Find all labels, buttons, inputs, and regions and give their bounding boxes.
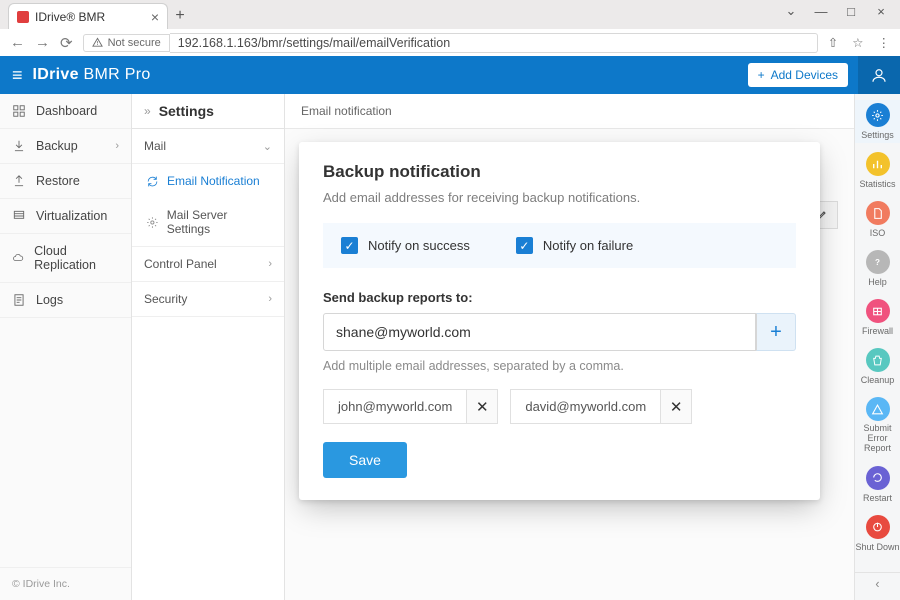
send-to-label: Send backup reports to:	[323, 290, 796, 305]
app-header: ≡ IDrive BMR Pro + Add Devices	[0, 56, 900, 94]
chevron-right-icon: ›	[268, 258, 272, 270]
notify-success-checkbox[interactable]: ✓ Notify on success	[341, 237, 470, 254]
collapse-icon[interactable]: »	[144, 104, 151, 118]
rail-item-submit-error[interactable]: Submit Error Report	[855, 394, 900, 457]
notify-failure-checkbox[interactable]: ✓ Notify on failure	[516, 237, 633, 254]
forward-icon[interactable]: →	[35, 34, 50, 51]
virtualization-icon	[12, 209, 26, 223]
settings-sidebar: » Settings Mail ⌄ Email Notification Mai…	[132, 94, 285, 600]
add-devices-button[interactable]: + Add Devices	[748, 63, 848, 87]
refresh-icon	[146, 175, 159, 188]
checkbox-checked-icon: ✓	[516, 237, 533, 254]
remove-chip-button[interactable]: ✕	[466, 389, 498, 424]
sidebar-item-restore[interactable]: Restore	[0, 164, 131, 199]
rail-item-shutdown[interactable]: Shut Down	[855, 512, 900, 555]
gear-icon	[871, 109, 884, 122]
warning-icon	[92, 37, 103, 48]
rail-item-firewall[interactable]: Firewall	[855, 296, 900, 339]
card-title: Backup notification	[323, 162, 796, 182]
alert-icon	[871, 403, 884, 416]
restore-icon	[12, 174, 26, 188]
browser-tab[interactable]: IDrive® BMR ×	[8, 3, 168, 29]
backup-icon	[12, 139, 26, 153]
email-input[interactable]	[323, 313, 756, 351]
card-subtitle: Add email addresses for receiving backup…	[323, 190, 796, 205]
rail-item-iso[interactable]: ISO	[855, 198, 900, 241]
rail-item-restart[interactable]: Restart	[855, 463, 900, 506]
gear-icon	[146, 216, 159, 229]
save-button[interactable]: Save	[323, 442, 407, 478]
svg-text:?: ?	[875, 258, 880, 267]
rail-item-settings[interactable]: Settings	[855, 100, 900, 143]
sidebar-item-backup[interactable]: Backup ›	[0, 129, 131, 164]
chevron-down-icon: ⌄	[263, 140, 272, 153]
settings-group-control-panel[interactable]: Control Panel ›	[132, 246, 284, 282]
maximize-icon[interactable]: □	[838, 2, 864, 20]
chip-value: john@myworld.com	[323, 389, 466, 424]
new-tab-button[interactable]: +	[168, 7, 192, 29]
chip-value: david@myworld.com	[510, 389, 660, 424]
browser-chrome: IDrive® BMR × + ⌄ — □ × ← → ⟳ Not secure…	[0, 0, 900, 56]
security-badge[interactable]: Not secure	[83, 34, 170, 52]
checkbox-checked-icon: ✓	[341, 237, 358, 254]
brand-logo: IDrive BMR Pro	[33, 66, 151, 84]
sidebar-item-virtualization[interactable]: Virtualization	[0, 199, 131, 234]
chevron-right-icon: ›	[115, 140, 119, 152]
logs-icon	[12, 293, 26, 307]
rail-item-help[interactable]: ? Help	[855, 247, 900, 290]
bookmark-icon[interactable]: ☆	[852, 35, 863, 50]
settings-title: Settings	[159, 103, 214, 119]
profile-button[interactable]	[858, 56, 900, 94]
primary-sidebar: Dashboard Backup › Restore Virtualizatio…	[0, 94, 132, 600]
user-icon	[870, 66, 888, 84]
sidebar-item-dashboard[interactable]: Dashboard	[0, 94, 131, 129]
back-icon[interactable]: ←	[10, 34, 25, 51]
minimize-icon[interactable]: —	[808, 2, 834, 20]
add-email-button[interactable]: +	[756, 313, 796, 351]
settings-item-email-notification[interactable]: Email Notification	[132, 164, 284, 198]
help-icon: ?	[871, 256, 884, 269]
breadcrumb: Email notification	[285, 94, 854, 129]
kebab-menu-icon[interactable]: ⋮	[878, 35, 891, 50]
main-content: Email notification david@myworld.com Sen…	[285, 94, 854, 600]
right-rail: Settings Statistics ISO ? Help Firewall …	[854, 94, 900, 600]
restart-icon	[871, 471, 884, 484]
sidebar-item-cloud-replication[interactable]: Cloud Replication	[0, 234, 131, 283]
file-icon	[871, 207, 884, 220]
chevron-right-icon: ›	[268, 293, 272, 305]
close-window-icon[interactable]: ×	[868, 2, 894, 20]
sidebar-item-logs[interactable]: Logs	[0, 283, 131, 318]
multi-email-hint: Add multiple email addresses, separated …	[323, 359, 796, 373]
power-icon	[871, 520, 884, 533]
hamburger-icon[interactable]: ≡	[12, 65, 23, 86]
reload-icon[interactable]: ⟳	[60, 34, 73, 52]
email-chip: john@myworld.com ✕	[323, 389, 498, 424]
share-icon[interactable]: ⇧	[828, 35, 838, 50]
rail-item-cleanup[interactable]: Cleanup	[855, 345, 900, 388]
url-bar[interactable]: 192.168.1.163/bmr/settings/mail/emailVer…	[170, 33, 818, 53]
favicon-icon	[17, 11, 29, 23]
tab-title: IDrive® BMR	[35, 10, 105, 24]
chart-icon	[871, 158, 884, 171]
cleanup-icon	[871, 354, 884, 367]
rail-collapse-button[interactable]: ‹	[855, 572, 900, 594]
settings-group-security[interactable]: Security ›	[132, 282, 284, 317]
settings-item-mail-server[interactable]: Mail Server Settings	[132, 198, 284, 246]
dashboard-icon	[12, 104, 26, 118]
remove-chip-button[interactable]: ✕	[660, 389, 692, 424]
cloud-icon	[12, 251, 24, 265]
plus-icon: +	[758, 68, 765, 82]
footer-copyright: © IDrive Inc.	[0, 567, 131, 600]
rail-item-statistics[interactable]: Statistics	[855, 149, 900, 192]
dropdown-icon[interactable]: ⌄	[778, 2, 804, 20]
email-chip: david@myworld.com ✕	[510, 389, 692, 424]
settings-group-mail[interactable]: Mail ⌄	[132, 129, 284, 164]
backup-notification-card: Backup notification Add email addresses …	[299, 142, 820, 500]
firewall-icon	[871, 305, 884, 318]
close-tab-icon[interactable]: ×	[151, 9, 159, 25]
